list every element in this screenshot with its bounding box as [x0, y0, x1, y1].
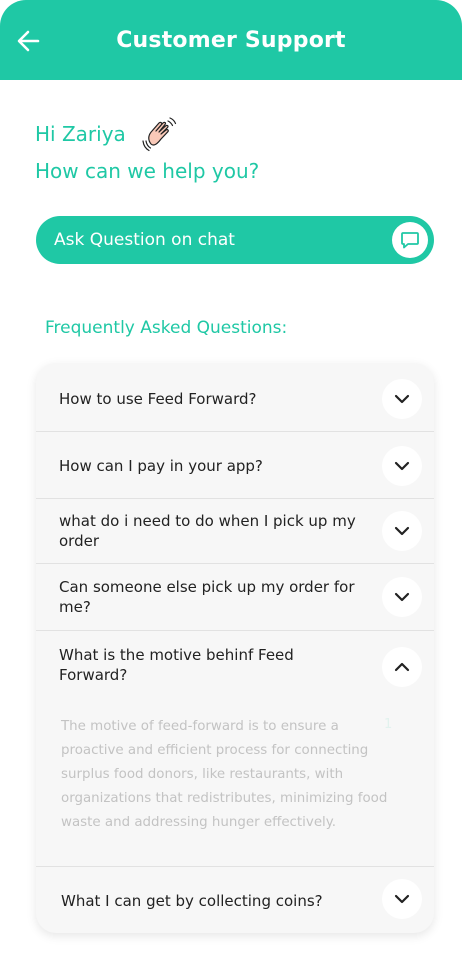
- faq-question: How to use Feed Forward?: [59, 390, 257, 408]
- faq-question: How can I pay in your app?: [59, 457, 263, 475]
- faq-question: What I can get by collecting coins?: [61, 892, 323, 910]
- faq-question: What is the motive behinf Feed Forward?: [59, 646, 294, 684]
- faq-item[interactable]: How can I pay in your app?: [36, 432, 434, 499]
- faq-item[interactable]: what do i need to do when I pick up my o…: [36, 499, 434, 563]
- help-prompt: How can we help you?: [35, 159, 260, 183]
- faq-item[interactable]: How to use Feed Forward?: [36, 363, 434, 432]
- chat-bubble-icon[interactable]: [392, 222, 428, 258]
- faq-question: what do i need to do when I pick up my o…: [59, 512, 356, 550]
- chevron-down-icon[interactable]: [382, 446, 422, 486]
- chevron-up-icon[interactable]: [382, 647, 422, 687]
- chevron-down-icon[interactable]: [382, 577, 422, 617]
- waving-hand-icon: [141, 114, 181, 154]
- ask-chat-label: Ask Question on chat: [54, 230, 235, 250]
- faq-item-expanded[interactable]: What is the motive behinf Feed Forward? …: [36, 631, 434, 866]
- faq-answer: The motive of feed-forward is to ensure …: [61, 719, 388, 830]
- faq-item[interactable]: Can someone else pick up my order for me…: [36, 564, 434, 630]
- app-header: Customer Support: [0, 0, 462, 80]
- chevron-down-icon[interactable]: [382, 511, 422, 551]
- chevron-down-icon[interactable]: [382, 879, 422, 919]
- faq-list: How to use Feed Forward? How can I pay i…: [36, 363, 434, 933]
- chevron-down-icon[interactable]: [382, 379, 422, 419]
- faq-answer-mark: 1: [384, 717, 393, 732]
- greeting-text: Hi Zariya: [35, 122, 126, 146]
- ask-chat-button[interactable]: Ask Question on chat: [36, 216, 434, 264]
- faq-item[interactable]: What I can get by collecting coins?: [36, 867, 434, 933]
- faq-heading: Frequently Asked Questions:: [45, 318, 288, 338]
- faq-question: Can someone else pick up my order for me…: [59, 578, 355, 616]
- page-title: Customer Support: [116, 28, 346, 53]
